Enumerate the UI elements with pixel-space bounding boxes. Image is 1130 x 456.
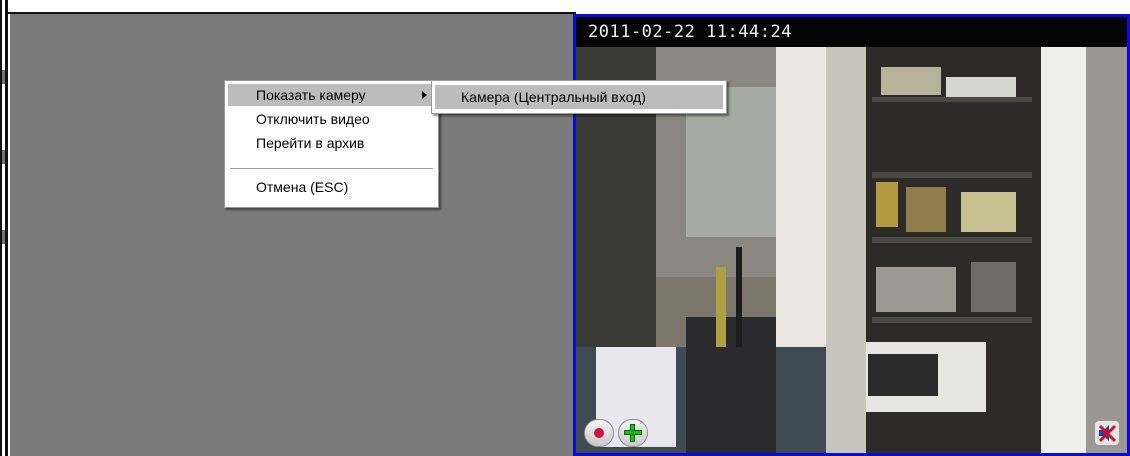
camera-timestamp: 2011-02-22 11:44:24 bbox=[588, 22, 792, 42]
speaker-muted-icon[interactable] bbox=[1095, 421, 1119, 445]
submenu-item-camera-central-entrance[interactable]: Камера (Центральный вход) bbox=[435, 85, 723, 109]
menu-item-label: Перейти в архив bbox=[256, 135, 365, 151]
submenu-arrow-icon bbox=[422, 91, 427, 99]
add-button[interactable] bbox=[618, 419, 648, 447]
plus-icon bbox=[624, 424, 642, 442]
menu-item-label: Отключить видео bbox=[256, 111, 370, 127]
top-edge bbox=[8, 0, 1130, 12]
record-button[interactable] bbox=[584, 419, 614, 447]
video-monitor-window: 2011-02-22 11:44:24 Показать камеру Откл… bbox=[0, 0, 1130, 456]
timestamp-bar: 2011-02-22 11:44:24 bbox=[576, 17, 1127, 47]
submenu-item-label: Камера (Центральный вход) bbox=[461, 89, 646, 105]
context-menu: Показать камеру Отключить видео Перейти … bbox=[224, 80, 439, 208]
menu-item-show-camera[interactable]: Показать камеру bbox=[228, 84, 435, 106]
camera-controls bbox=[584, 419, 648, 447]
menu-item-go-to-archive[interactable]: Перейти в архив bbox=[228, 132, 435, 154]
camera-submenu: Камера (Центральный вход) bbox=[431, 80, 727, 114]
menu-item-disable-video[interactable]: Отключить видео bbox=[228, 108, 435, 130]
record-icon bbox=[594, 428, 604, 438]
menu-item-label: Отмена (ESC) bbox=[256, 179, 349, 195]
menu-item-label: Показать камеру bbox=[256, 87, 366, 103]
menu-item-cancel[interactable]: Отмена (ESC) bbox=[228, 176, 435, 198]
menu-separator bbox=[230, 168, 433, 170]
left-edge-strip bbox=[2, 0, 5, 456]
